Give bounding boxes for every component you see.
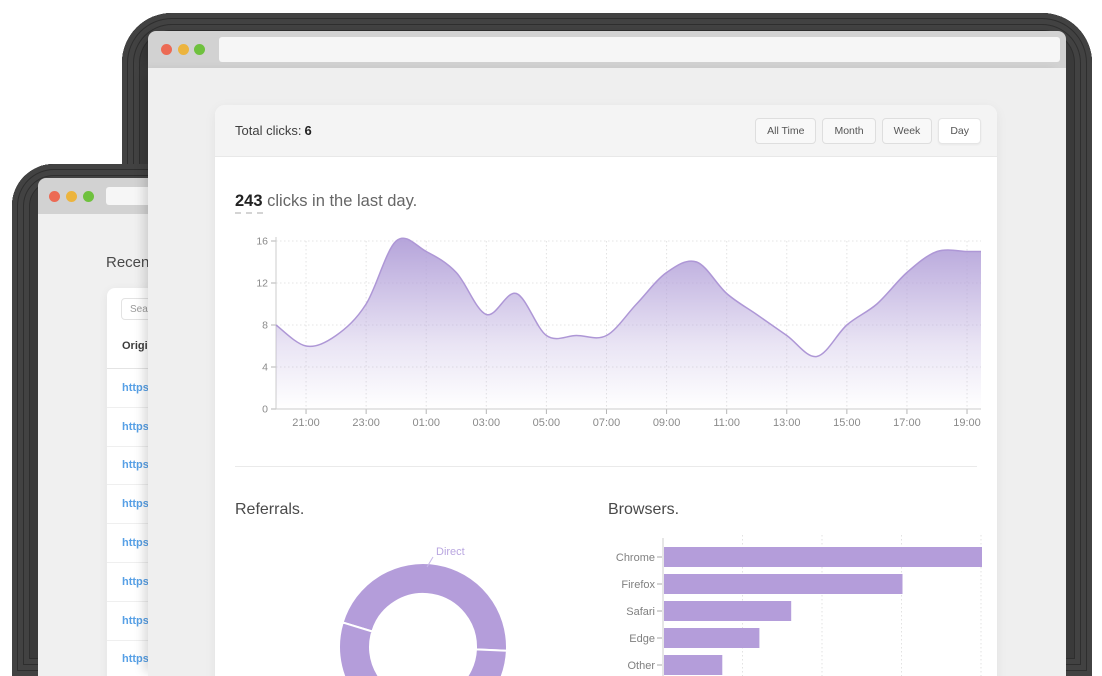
svg-text:11:00: 11:00 — [713, 417, 740, 429]
total-clicks-text: Total clicks: — [235, 123, 301, 138]
clicks-headline: 243 clicks in the last day. — [235, 192, 417, 211]
recent-links-heading: Recent — [106, 254, 154, 271]
browsers-title: Browsers. — [608, 501, 679, 519]
svg-text:16: 16 — [256, 236, 268, 248]
svg-text:Direct: Direct — [436, 546, 465, 558]
clicks-area-chart: 21:00 23:00 01:00 03:00 05:00 07:00 09:00 11:00… — [235, 227, 997, 432]
analytics-card-header: Total clicks:6 All TimeMonth WeekDay — [215, 105, 997, 157]
svg-text:23:00: 23:00 — [352, 417, 380, 429]
range-button-week[interactable]: Week — [882, 118, 933, 144]
main-window-titlebar — [148, 31, 1066, 68]
maximize-button-icon[interactable] — [83, 191, 94, 202]
minimize-button-icon[interactable] — [66, 191, 77, 202]
range-buttons: All TimeMonth WeekDay — [755, 118, 981, 144]
range-button-month[interactable]: Month — [822, 118, 875, 144]
range-button-all-time[interactable]: All Time — [755, 118, 816, 144]
svg-text:Other: Other — [627, 660, 655, 672]
desktop-canvas: Recent Origin https://https://https://ht… — [0, 0, 1102, 676]
browsers-bar-chart: Chrome Firefox Safari Edge Other — [600, 530, 985, 676]
section-divider — [235, 466, 977, 467]
svg-text:15:00: 15:00 — [833, 417, 861, 429]
svg-text:21:00: 21:00 — [292, 417, 320, 429]
total-clicks-value: 6 — [304, 123, 311, 138]
range-button-day[interactable]: Day — [938, 118, 981, 144]
svg-text:12: 12 — [256, 278, 268, 290]
minimize-button-icon[interactable] — [178, 44, 189, 55]
svg-text:Firefox: Firefox — [621, 579, 655, 591]
svg-text:4: 4 — [262, 362, 268, 374]
referrals-donut-chart: Direct — [315, 530, 565, 676]
svg-text:07:00: 07:00 — [593, 417, 621, 429]
total-clicks-label: Total clicks:6 — [235, 123, 312, 138]
svg-text:Edge: Edge — [629, 633, 655, 645]
svg-text:0: 0 — [262, 404, 268, 416]
close-button-icon[interactable] — [49, 191, 60, 202]
svg-text:Chrome: Chrome — [616, 552, 655, 564]
analytics-card: Total clicks:6 All TimeMonth WeekDay 243 … — [215, 105, 997, 676]
svg-text:17:00: 17:00 — [893, 417, 921, 429]
clicks-count: 243 — [235, 192, 263, 214]
svg-text:01:00: 01:00 — [412, 417, 440, 429]
svg-text:09:00: 09:00 — [653, 417, 681, 429]
svg-text:05:00: 05:00 — [533, 417, 561, 429]
svg-text:Safari: Safari — [626, 606, 655, 618]
close-button-icon[interactable] — [161, 44, 172, 55]
svg-text:19:00: 19:00 — [953, 417, 981, 429]
address-bar[interactable] — [219, 37, 1060, 62]
svg-text:03:00: 03:00 — [473, 417, 501, 429]
main-window-page: Total clicks:6 All TimeMonth WeekDay 243 … — [148, 68, 1066, 676]
maximize-button-icon[interactable] — [194, 44, 205, 55]
clicks-headline-text: clicks in the last day. — [263, 192, 418, 210]
svg-text:8: 8 — [262, 320, 268, 332]
referrals-title: Referrals. — [235, 501, 304, 519]
svg-text:13:00: 13:00 — [773, 417, 801, 429]
